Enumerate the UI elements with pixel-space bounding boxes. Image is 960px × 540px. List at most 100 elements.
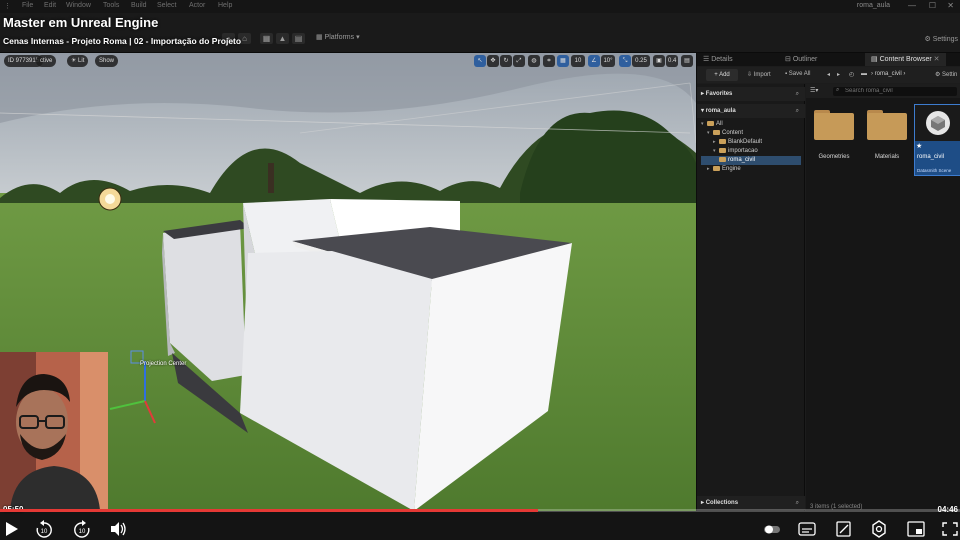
favorites-header[interactable]: ▸ Favorites ⌕ bbox=[697, 87, 805, 101]
rewind-10-icon[interactable]: 10 bbox=[34, 520, 54, 538]
asset-tile-materials[interactable]: Materials bbox=[863, 104, 911, 176]
menu-file[interactable]: File bbox=[22, 2, 33, 9]
tab-details[interactable]: ☰ Details bbox=[703, 53, 733, 66]
video-progress-bar[interactable] bbox=[0, 509, 960, 512]
tree-item-content[interactable]: ▾ Content bbox=[707, 129, 801, 138]
forward-10-icon[interactable]: 10 bbox=[72, 520, 92, 538]
menu-build[interactable]: Build bbox=[131, 2, 147, 9]
add-button[interactable]: + Add bbox=[706, 69, 738, 81]
maximize-icon[interactable]: ☐ bbox=[929, 1, 936, 10]
tab-outliner[interactable]: ⊟ Outliner bbox=[785, 53, 817, 66]
project-header[interactable]: ▾ roma_aula ⌕ bbox=[697, 104, 805, 118]
collections-header[interactable]: ▸ Collections ⌕ bbox=[697, 496, 805, 510]
blueprint-icon[interactable]: ▲ bbox=[276, 33, 289, 44]
menu-window[interactable]: Window bbox=[66, 2, 91, 9]
history-icon[interactable]: ◴ bbox=[849, 71, 854, 78]
world-space-icon[interactable]: ◍ bbox=[528, 55, 540, 67]
captions-icon[interactable] bbox=[797, 520, 817, 538]
close-tab-icon[interactable]: ✕ bbox=[934, 56, 940, 63]
rotate-icon[interactable]: ↻ bbox=[500, 55, 512, 67]
scale-snap-value[interactable]: 0.25 bbox=[632, 55, 650, 67]
camera-speed-icon[interactable]: ▣ bbox=[653, 55, 665, 67]
tree-item-roma-civil[interactable]: roma_civil bbox=[701, 156, 801, 165]
asset-view: ☰▾ ⌕ Geometries Materials ★ roma_civil D… bbox=[806, 84, 960, 511]
menu-tools[interactable]: Tools bbox=[103, 2, 119, 9]
autoplay-toggle[interactable] bbox=[762, 520, 782, 538]
angle-snap-icon[interactable]: ∠ bbox=[588, 55, 600, 67]
presenter-image bbox=[0, 352, 108, 510]
select-mode-icon[interactable]: ↖ bbox=[474, 55, 486, 67]
save-all-button[interactable]: ▪ Save All bbox=[785, 71, 810, 77]
camera-speed-value[interactable]: 0.4 bbox=[666, 55, 678, 67]
fullscreen-icon[interactable] bbox=[940, 520, 960, 538]
menu-actor[interactable]: Actor bbox=[189, 2, 205, 9]
angle-snap-value[interactable]: 10° bbox=[601, 55, 615, 67]
right-panels: ☰ Details ⊟ Outliner ▤ Content Browser ✕… bbox=[697, 53, 960, 511]
asset-tile-roma-civil[interactable]: ★ roma_civil Datasmith Scene bbox=[914, 104, 960, 176]
settings-button[interactable]: ⚙ Settings bbox=[924, 35, 958, 43]
search-icon[interactable]: ⌕ bbox=[796, 87, 799, 101]
show-button[interactable]: Show bbox=[95, 55, 119, 67]
folder-icon bbox=[814, 110, 854, 140]
svg-text:10: 10 bbox=[79, 529, 86, 535]
viewport-layout-icon[interactable]: ▤ bbox=[681, 55, 693, 67]
tab-content-browser[interactable]: ▤ Content Browser ✕ bbox=[865, 53, 946, 66]
close-icon[interactable]: ✕ bbox=[947, 1, 954, 10]
menu-select[interactable]: Select bbox=[157, 2, 176, 9]
project-tab[interactable]: roma_aula bbox=[857, 2, 890, 9]
volume-icon[interactable] bbox=[108, 520, 128, 538]
breadcrumb[interactable]: › roma_civil › bbox=[871, 71, 905, 77]
tree-item-importacao[interactable]: ▾ importacao bbox=[713, 147, 801, 156]
menu-help[interactable]: Help bbox=[218, 2, 232, 9]
folder-icon bbox=[867, 110, 907, 140]
video-progress-fill bbox=[0, 509, 538, 512]
video-subtitle: Cenas Internas - Projeto Roma | 02 - Imp… bbox=[3, 36, 242, 46]
tree-item-blankdefault[interactable]: ▸ BlankDefault bbox=[713, 138, 801, 147]
import-button[interactable]: ⇩ Import bbox=[747, 71, 771, 78]
tree-item-engine[interactable]: ▸ Engine bbox=[707, 165, 801, 174]
cinematics-icon[interactable]: ▤ bbox=[292, 33, 305, 44]
gear-icon[interactable] bbox=[869, 520, 889, 538]
folder-icon bbox=[719, 156, 726, 162]
back-icon[interactable]: ◂ bbox=[827, 71, 830, 78]
editor-menubar: ⋮ File Edit Window Tools Build Select Ac… bbox=[0, 0, 960, 13]
tree-item-all[interactable]: ▾ All bbox=[701, 120, 801, 129]
surface-snap-icon[interactable]: ⌗ bbox=[543, 55, 555, 67]
menu-logo: ⋮ bbox=[4, 3, 11, 10]
menu-edit[interactable]: Edit bbox=[44, 2, 56, 9]
folder-icon[interactable]: ▬ bbox=[861, 71, 867, 77]
grid-snap-value[interactable]: 10 bbox=[571, 55, 585, 67]
search-input[interactable] bbox=[833, 87, 957, 96]
asset-label: Materials bbox=[874, 154, 900, 160]
video-title: Master em Unreal Engine bbox=[3, 15, 159, 30]
asset-label: Geometries bbox=[818, 154, 850, 160]
forward-icon[interactable]: ▸ bbox=[837, 71, 840, 78]
star-icon: ★ bbox=[916, 143, 923, 150]
settings-button[interactable]: ⚙ Settin bbox=[935, 71, 957, 78]
asset-filter-bar: ☰▾ ⌕ bbox=[806, 84, 960, 98]
scale-snap-icon[interactable]: ⤡ bbox=[619, 55, 631, 67]
lit-button[interactable]: ☀ Lit bbox=[67, 55, 89, 67]
search-icon[interactable]: ⌕ bbox=[796, 496, 799, 510]
filter-icon[interactable]: ☰▾ bbox=[810, 87, 818, 94]
asset-type: Datasmith Scene bbox=[917, 168, 952, 173]
notes-icon[interactable] bbox=[834, 520, 854, 538]
search-icon[interactable]: ⌕ bbox=[796, 104, 799, 118]
translate-icon[interactable]: ✥ bbox=[487, 55, 499, 67]
actor-label[interactable]: Projection Center bbox=[140, 361, 186, 367]
scale-icon[interactable]: ⤢ bbox=[513, 55, 525, 67]
folder-icon bbox=[713, 165, 720, 171]
asset-tile-geometries[interactable]: Geometries bbox=[810, 104, 858, 176]
sources-panel: ▸ Favorites ⌕ ▾ roma_aula ⌕ ▾ All ▾ Content … bbox=[697, 84, 805, 511]
folder-icon bbox=[707, 120, 714, 126]
platforms-button[interactable]: ▦ Platforms ▾ bbox=[316, 33, 360, 41]
minimize-icon[interactable]: — bbox=[908, 1, 916, 10]
mode-icon[interactable]: ▦ bbox=[260, 33, 273, 44]
perspective-button[interactable]: ctive bbox=[36, 55, 57, 67]
pip-icon[interactable] bbox=[906, 520, 926, 538]
grid-snap-icon[interactable]: ▦ bbox=[557, 55, 569, 67]
datasmith-icon bbox=[926, 111, 950, 135]
folder-icon bbox=[719, 138, 726, 144]
folder-icon bbox=[713, 129, 720, 135]
play-icon[interactable] bbox=[2, 520, 22, 538]
